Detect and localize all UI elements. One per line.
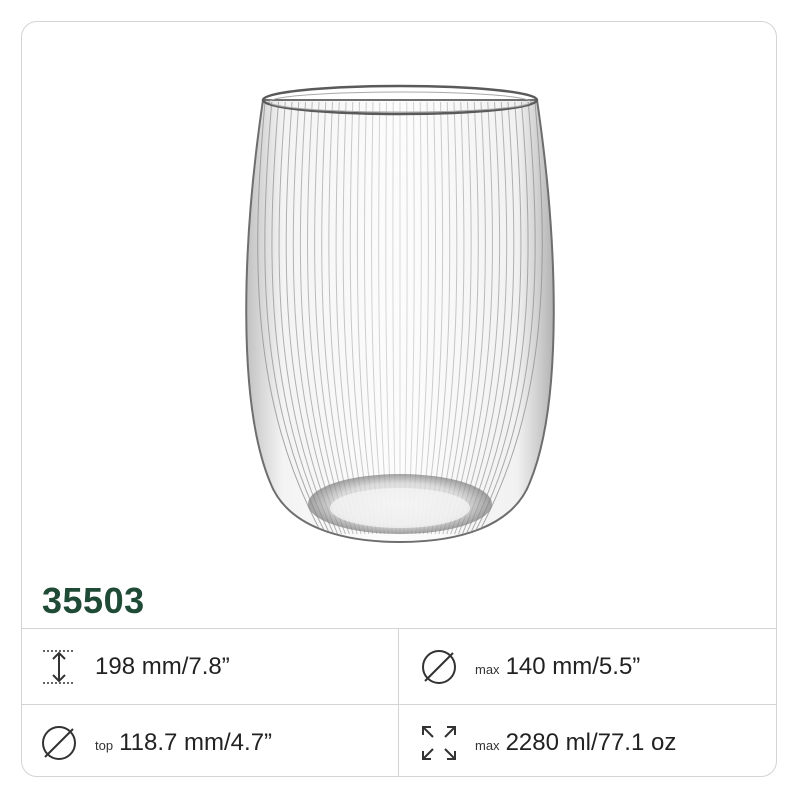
spec-height: 198 mm/7.8” bbox=[22, 629, 399, 704]
max-label: max bbox=[475, 738, 500, 753]
expand-arrows-icon bbox=[419, 723, 459, 763]
diameter-icon bbox=[39, 723, 79, 763]
spec-capacity: max 2280 ml/77.1 oz bbox=[399, 705, 776, 776]
height-arrow-icon bbox=[39, 647, 79, 687]
product-image bbox=[22, 22, 776, 567]
spec-top-diameter: top 118.7 mm/4.7” bbox=[22, 705, 399, 776]
glass-image bbox=[245, 84, 555, 544]
top-label: top bbox=[95, 738, 114, 753]
height-value: 198 mm/7.8” bbox=[95, 652, 230, 680]
top-diameter-value: 118.7 mm/4.7” bbox=[119, 728, 273, 756]
spec-max-diameter: max 140 mm/5.5” bbox=[399, 629, 776, 704]
specs-row: 198 mm/7.8” max 140 mm/5.5” bbox=[22, 629, 776, 704]
diameter-icon bbox=[419, 647, 459, 687]
product-code: 35503 bbox=[42, 580, 145, 621]
max-diameter-value: 140 mm/5.5” bbox=[505, 652, 641, 680]
specs-table: 198 mm/7.8” max 140 mm/5.5” top 118.7 mm… bbox=[22, 628, 776, 776]
capacity-value: 2280 ml/77.1 oz bbox=[505, 728, 677, 756]
product-card: 35503 198 mm/7.8” max 140 mm/5.5” top 11… bbox=[21, 21, 777, 777]
specs-row: top 118.7 mm/4.7” max 2280 ml/77.1 oz bbox=[22, 704, 776, 776]
max-label: max bbox=[475, 662, 500, 677]
